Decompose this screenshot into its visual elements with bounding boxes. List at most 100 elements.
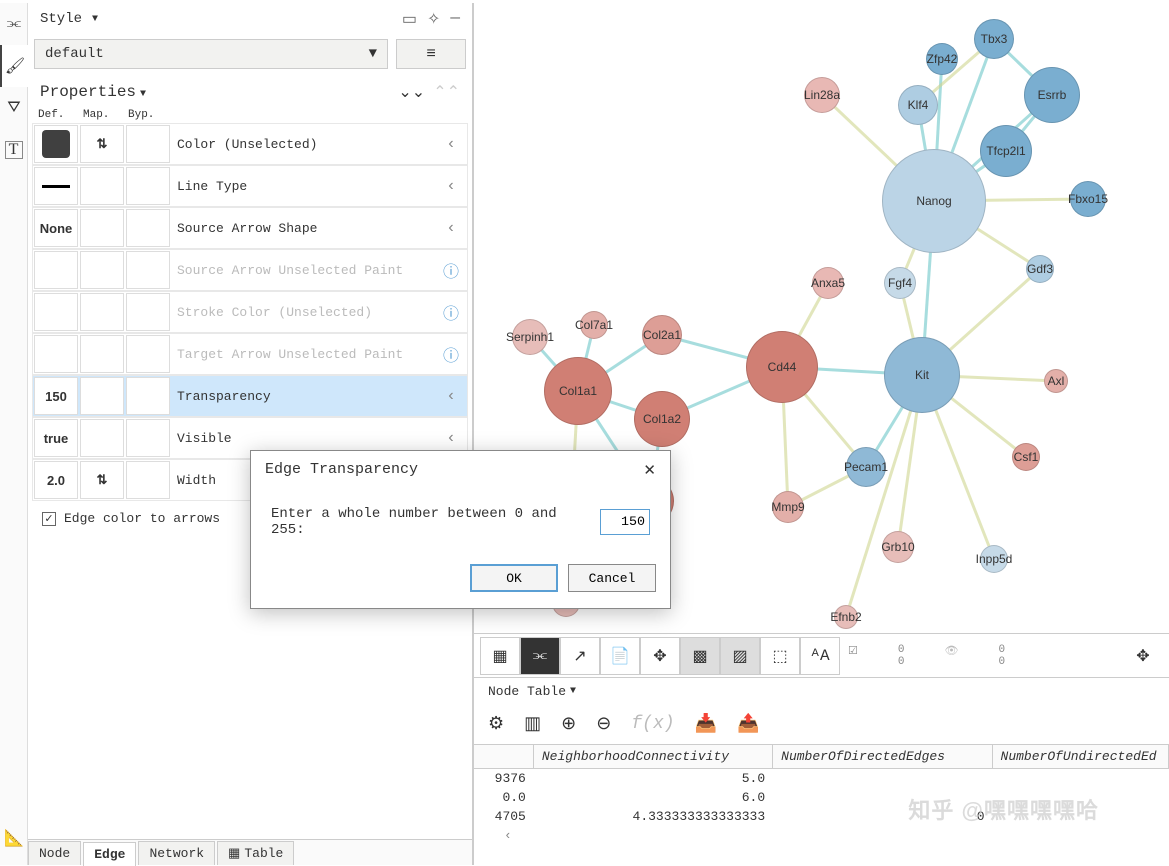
export-table-icon[interactable]: 📤 <box>737 713 759 735</box>
network-node[interactable]: Grb10 <box>882 531 914 563</box>
network-node[interactable]: Kit <box>884 337 960 413</box>
expand-all-icon[interactable]: ⌄⌄ <box>398 82 425 102</box>
cancel-button[interactable]: Cancel <box>568 564 656 592</box>
network-node[interactable]: Col1a1 <box>544 357 612 425</box>
tab-node[interactable]: Node <box>28 841 81 865</box>
map-cell[interactable] <box>80 377 124 415</box>
map-cell[interactable] <box>80 251 124 289</box>
property-row[interactable]: Target Arrow Unselected Paintⓘ <box>32 333 468 375</box>
def-cell[interactable] <box>34 125 78 163</box>
dotted-box-icon[interactable]: ⬚ <box>760 637 800 675</box>
network-node[interactable]: Fbxo15 <box>1070 181 1106 217</box>
style-menu-button[interactable]: ≡ <box>396 39 466 69</box>
def-cell[interactable]: 2.0 <box>34 461 78 499</box>
map-cell[interactable] <box>80 209 124 247</box>
byp-cell[interactable] <box>126 209 170 247</box>
def-cell[interactable]: true <box>34 419 78 457</box>
network-node[interactable]: Serpinh1 <box>512 319 548 355</box>
property-end-icon[interactable]: ‹ <box>435 387 467 405</box>
collapse-all-icon[interactable]: ⌃⌃ <box>433 82 460 102</box>
fit-icon[interactable]: ✥ <box>640 637 680 675</box>
import-table-icon[interactable]: 📥 <box>695 713 717 735</box>
gear-icon[interactable]: ⚙ <box>488 713 504 735</box>
property-end-icon[interactable]: ⓘ <box>435 342 467 366</box>
network-node[interactable]: Efnb2 <box>834 605 858 629</box>
minimize-icon[interactable]: — <box>450 9 460 29</box>
network-node[interactable]: Nanog <box>882 149 986 253</box>
style-selector[interactable]: default ▼ <box>34 39 388 69</box>
table-row[interactable]: 93765.0 <box>474 769 1169 788</box>
import-col-icon[interactable]: ⊕ <box>561 713 576 735</box>
property-end-icon[interactable]: ⓘ <box>435 300 467 324</box>
def-cell[interactable]: 150 <box>34 377 78 415</box>
map-cell[interactable] <box>80 293 124 331</box>
ok-button[interactable]: OK <box>470 564 558 592</box>
network-node[interactable]: Anxa5 <box>812 267 844 299</box>
network-node[interactable]: Tbx3 <box>974 19 1014 59</box>
network-node[interactable]: Csf1 <box>1012 443 1040 471</box>
network-node[interactable]: Inpp5d <box>980 545 1008 573</box>
property-row[interactable]: 150Transparency‹ <box>32 375 468 417</box>
property-end-icon[interactable]: ‹ <box>435 135 467 153</box>
def-cell[interactable]: None <box>34 209 78 247</box>
byp-cell[interactable] <box>126 167 170 205</box>
byp-cell[interactable] <box>126 419 170 457</box>
map-cell[interactable] <box>80 335 124 373</box>
select-all-icon[interactable]: ▩ <box>680 637 720 675</box>
hatch-icon[interactable]: ▨ <box>720 637 760 675</box>
grid-icon[interactable]: ▦ <box>480 637 520 675</box>
export-col-icon[interactable]: ⊖ <box>596 713 611 735</box>
close-icon[interactable]: ✕ <box>643 461 656 480</box>
fx-icon[interactable]: f(x) <box>631 714 674 734</box>
map-cell[interactable] <box>80 167 124 205</box>
pin-icon[interactable]: ✧ <box>427 9 440 29</box>
def-cell[interactable] <box>34 167 78 205</box>
network-node[interactable]: Klf4 <box>898 85 938 125</box>
property-row[interactable]: Source Arrow Unselected Paintⓘ <box>32 249 468 291</box>
network-node[interactable]: Esrrb <box>1024 67 1080 123</box>
network-node[interactable]: Col2a1 <box>642 315 682 355</box>
network-node[interactable]: Pecam1 <box>846 447 886 487</box>
export-icon[interactable]: 📄 <box>600 637 640 675</box>
property-end-icon[interactable]: ‹ <box>435 177 467 195</box>
tab-network[interactable]: Network <box>138 841 215 865</box>
recenter-icon[interactable]: ✥ <box>1123 637 1163 675</box>
property-end-icon[interactable]: ‹ <box>435 429 467 447</box>
style-panel-title[interactable]: Style <box>40 11 98 27</box>
filter-icon[interactable]: ⛛ <box>0 87 28 129</box>
network-node[interactable]: Fgf4 <box>884 267 916 299</box>
network-node[interactable]: Col7a1 <box>580 311 608 339</box>
network-node[interactable]: Zfp42 <box>926 43 958 75</box>
annotation-icon[interactable]: ᴬA <box>800 637 840 675</box>
def-cell[interactable] <box>34 251 78 289</box>
text-icon[interactable]: T <box>5 141 23 159</box>
byp-cell[interactable] <box>126 125 170 163</box>
network-node[interactable]: Tfcp2l1 <box>980 125 1032 177</box>
dock-icon[interactable]: ▭ <box>402 9 417 29</box>
share-net-icon[interactable]: ⫘ <box>520 637 560 675</box>
byp-cell[interactable] <box>126 377 170 415</box>
transparency-input[interactable] <box>600 509 650 535</box>
property-end-icon[interactable]: ‹ <box>435 219 467 237</box>
property-row[interactable]: NoneSource Arrow Shape‹ <box>32 207 468 249</box>
byp-cell[interactable] <box>126 461 170 499</box>
tab-table[interactable]: ▦Table <box>217 841 294 865</box>
network-node[interactable]: Gdf3 <box>1026 255 1054 283</box>
properties-title[interactable]: Properties <box>40 83 146 101</box>
node-table-title[interactable]: Node Table <box>474 678 1169 704</box>
def-cell[interactable] <box>34 293 78 331</box>
def-cell[interactable] <box>34 335 78 373</box>
scroll-left-icon[interactable]: ‹ <box>474 826 1169 845</box>
property-row[interactable]: Line Type‹ <box>32 165 468 207</box>
edge-color-arrows-checkbox[interactable]: ✓ <box>42 512 56 526</box>
map-cell[interactable]: ⇅ <box>80 125 124 163</box>
columns-icon[interactable]: ▥ <box>524 713 541 735</box>
byp-cell[interactable] <box>126 335 170 373</box>
network-node[interactable]: Cd44 <box>746 331 818 403</box>
map-cell[interactable] <box>80 419 124 457</box>
network-node[interactable]: Lin28a <box>804 77 840 113</box>
property-row[interactable]: Stroke Color (Unselected)ⓘ <box>32 291 468 333</box>
popout-icon[interactable]: ↗ <box>560 637 600 675</box>
network-node[interactable]: Axl <box>1044 369 1068 393</box>
share-icon[interactable]: ⫘ <box>0 3 28 45</box>
